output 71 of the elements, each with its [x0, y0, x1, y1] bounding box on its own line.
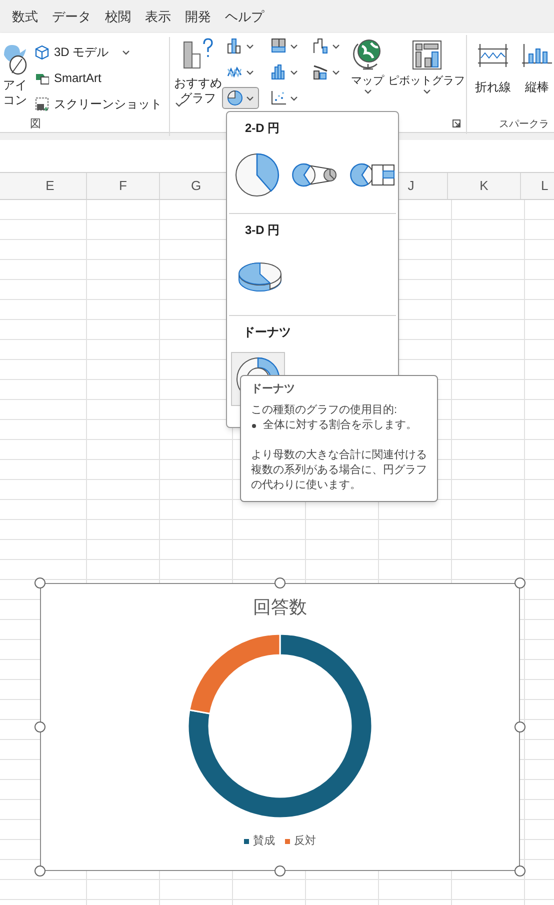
sparkline-button[interactable]: 縦棒 — [521, 43, 553, 117]
pivot-chart-button[interactable]: ピボットグラフ — [387, 35, 466, 95]
caret-icon — [290, 68, 298, 76]
menu-tab[interactable]: 校閲 — [98, 0, 138, 33]
tooltip-text: より母数の大きな合計に関連付ける — [251, 448, 427, 463]
caret-icon — [332, 42, 340, 50]
pie-3d-icon — [237, 260, 283, 294]
tooltip-text: この種類のグラフの使用目的: — [251, 403, 398, 418]
resize-handle[interactable] — [514, 578, 526, 588]
menu-tab[interactable]: ヘルプ — [218, 0, 271, 33]
combo-chart-icon — [313, 64, 329, 80]
section-heading: 3-D 円 — [245, 222, 281, 239]
menu-tab[interactable]: 開発 — [178, 0, 218, 33]
menu-tab[interactable]: 数式 — [5, 0, 45, 33]
legend-label: 反対 — [294, 834, 316, 849]
section-heading: 2-D 円 — [245, 120, 281, 137]
tooltip-text: 全体に対する割合を示します。 — [263, 418, 417, 433]
legend-label: 賛成 — [253, 834, 275, 849]
treemap-icon — [271, 38, 287, 54]
resize-handle[interactable] — [274, 866, 286, 876]
column-header[interactable]: F — [119, 176, 127, 196]
resize-handle[interactable] — [514, 722, 526, 732]
icons-button[interactable]: アイコン — [0, 39, 30, 116]
column-header[interactable]: G — [190, 176, 202, 196]
bullet-icon — [252, 424, 256, 428]
globe-icon — [352, 38, 383, 70]
group-label: 図 — [30, 116, 41, 132]
chart-question-icon — [182, 38, 214, 70]
pie-of-pie-icon — [292, 162, 338, 188]
sparkline-line-icon — [477, 43, 509, 68]
line-chart-icon — [227, 64, 243, 80]
pie-chart-icon — [227, 90, 243, 106]
group-label: スパークラ — [499, 118, 550, 132]
tooltip-title: ドーナツ — [251, 382, 296, 397]
resize-handle[interactable] — [34, 866, 46, 876]
tooltip-text: の代わりに使います。 — [251, 478, 362, 493]
waterfall-icon — [313, 38, 329, 54]
caret-icon — [422, 88, 431, 95]
cube-icon — [35, 44, 49, 60]
chart-type-button[interactable] — [222, 87, 259, 109]
caret-icon — [246, 94, 254, 102]
chart-title: 回答数 — [253, 596, 307, 619]
camera-icon — [35, 96, 49, 112]
column-header[interactable]: K — [480, 176, 488, 196]
sparkline-column-icon — [521, 43, 553, 68]
caret-icon — [364, 88, 372, 95]
tooltip-text: 複数の系列がある場合に、円グラフ — [251, 463, 427, 478]
map-button[interactable]: マップ — [348, 35, 388, 95]
resize-handle[interactable] — [34, 722, 46, 732]
menu-tab[interactable]: 表示 — [138, 0, 178, 33]
column-header[interactable]: J — [408, 176, 414, 196]
resize-handle[interactable] — [34, 578, 46, 588]
caret-icon — [246, 42, 254, 50]
histogram-icon — [271, 64, 287, 80]
column-chart-icon — [227, 38, 243, 54]
pie-chart-icon — [234, 152, 280, 198]
dialog-launcher-icon — [452, 119, 461, 128]
pivot-chart-icon — [412, 40, 442, 70]
sparkline-button[interactable]: 折れ線 — [475, 43, 511, 117]
resize-handle[interactable] — [274, 578, 286, 588]
caret-icon — [290, 94, 298, 102]
column-header[interactable]: E — [46, 176, 54, 196]
caret-icon — [290, 42, 298, 50]
bar-of-pie-icon — [350, 162, 396, 188]
section-heading: ドーナツ — [243, 324, 292, 341]
scatter-chart-icon — [271, 90, 287, 106]
column-header[interactable]: L — [541, 176, 548, 196]
caret-icon — [246, 68, 254, 76]
menu-tab[interactable]: データ — [45, 0, 98, 33]
resize-handle[interactable] — [514, 866, 526, 876]
caret-icon — [332, 68, 340, 76]
